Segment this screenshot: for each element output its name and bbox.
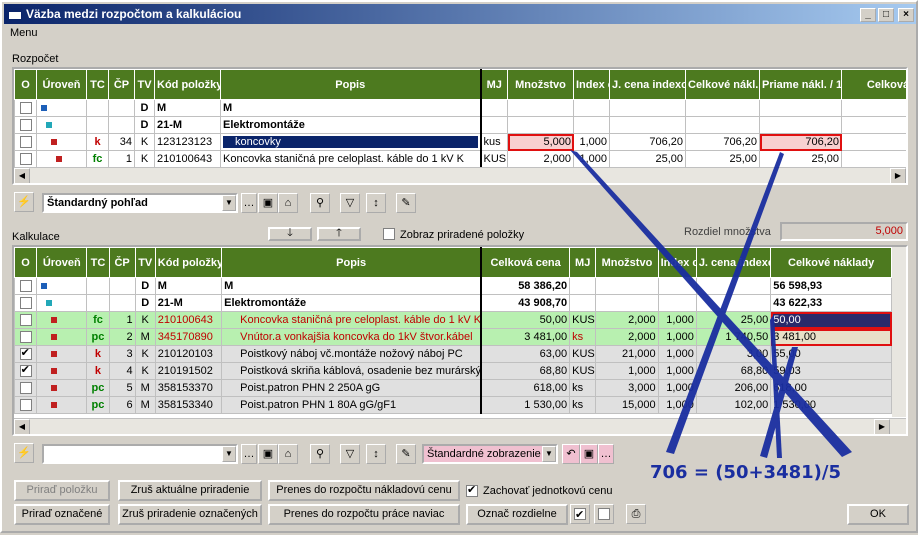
- annotation-formula: 706 = (50+3481)/5: [650, 462, 841, 483]
- arrow-shape: [666, 152, 784, 454]
- main-window: Väzba medzi rozpočtom a kalkuláciou _ □ …: [0, 0, 918, 533]
- arrow-shape: [570, 150, 852, 457]
- annotation-arrows: [570, 150, 852, 458]
